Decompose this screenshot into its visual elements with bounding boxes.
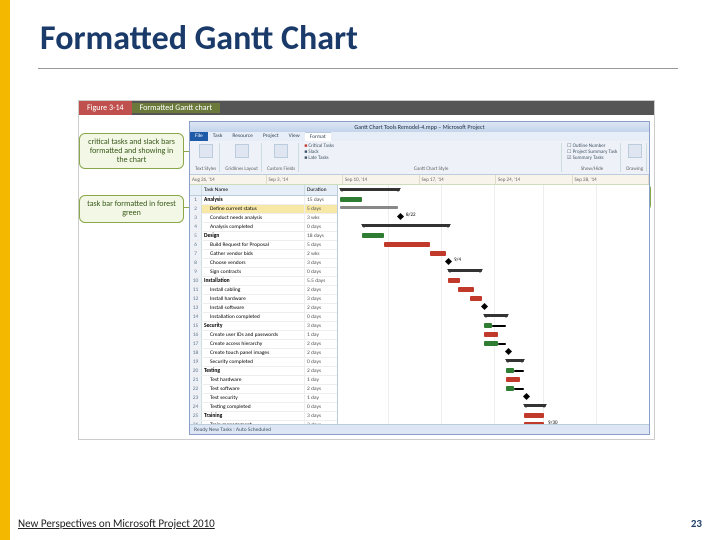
gantt-bar	[484, 341, 498, 346]
ribbon-tabs: File Task Resource Project View Format	[190, 132, 649, 141]
gantt-chart: 8/22 9/4	[338, 185, 649, 424]
figure-header: Figure 3-14 Formatted Gantt chart	[79, 101, 654, 115]
table-row[interactable]: 12Install hardware3 days	[190, 295, 337, 304]
table-row[interactable]: 21Test hardware1 day	[190, 376, 337, 385]
gantt-bar	[524, 422, 544, 424]
gantt-bar	[506, 377, 520, 382]
table-row[interactable]: 11Install cabling2 days	[190, 286, 337, 295]
gantt-bar	[470, 296, 482, 301]
gantt-bar	[430, 251, 446, 256]
slack-bar	[492, 325, 506, 327]
gantt-bar	[458, 287, 474, 292]
project-window: Gantt Chart Tools Remodel-4.mpp – Micros…	[189, 121, 650, 435]
table-row[interactable]: 13Install software2 days	[190, 304, 337, 313]
table-row[interactable]: 14Installation completed0 days	[190, 313, 337, 322]
slack-bar	[514, 370, 524, 372]
insert-column-icon[interactable]	[274, 144, 288, 158]
tab-view[interactable]: View	[284, 132, 305, 141]
gantt-bar	[506, 386, 514, 391]
table-row[interactable]: 3Conduct needs analysis3 wks	[190, 214, 337, 223]
tab-project[interactable]: Project	[258, 132, 284, 141]
figure-container: Figure 3-14 Formatted Gantt chart critic…	[78, 100, 655, 440]
figure-caption: Formatted Gantt chart	[132, 103, 220, 113]
page-number: 23	[691, 517, 702, 530]
ribbon-group-columns: Custom Fields	[264, 143, 299, 172]
project-body: Task NameDuration 1Analysis15 days2Defin…	[190, 185, 649, 424]
callout-forest-green: task bar formatted in forest green	[79, 195, 184, 223]
gantt-bar	[448, 269, 482, 272]
status-bar: Ready New Tasks : Auto Scheduled	[190, 424, 649, 434]
table-row[interactable]: 2Define current status5 days	[190, 205, 337, 214]
task-table: Task NameDuration 1Analysis15 days2Defin…	[190, 185, 338, 424]
table-row[interactable]: 4Analysis completed0 days	[190, 223, 337, 232]
gantt-bar	[506, 368, 514, 373]
table-row[interactable]: 25Training3 days	[190, 412, 337, 421]
table-row[interactable]: 19Security completed0 days	[190, 358, 337, 367]
table-row[interactable]: 17Create access hierarchy2 days	[190, 340, 337, 349]
timeline-header: Aug 26, '14 Sep 3, '14 Sep 10, '14 Sep 1…	[190, 175, 649, 185]
ribbon-group-gridlines: Gridlines Layout	[222, 143, 262, 172]
gantt-bar	[506, 359, 524, 362]
gantt-bar	[362, 224, 450, 227]
gantt-bar	[362, 233, 384, 238]
tab-format[interactable]: Format	[305, 132, 331, 141]
window-title: Gantt Chart Tools Remodel-4.mpp – Micros…	[190, 122, 649, 132]
slide: Formatted Gantt Chart Figure 3-14 Format…	[0, 0, 720, 540]
table-row[interactable]: 15Security3 days	[190, 322, 337, 331]
slack-bar	[498, 343, 506, 345]
table-row[interactable]: 9Sign contracts0 days	[190, 268, 337, 277]
gantt-bar	[484, 332, 498, 337]
table-row[interactable]: 10Installation5.5 days	[190, 277, 337, 286]
gantt-bar	[484, 314, 508, 317]
table-row[interactable]: 8Choose vendors3 days	[190, 259, 337, 268]
table-row[interactable]: 22Test software2 days	[190, 385, 337, 394]
table-row[interactable]: 5Design18 days	[190, 232, 337, 241]
table-row[interactable]: 20Testing2 days	[190, 367, 337, 376]
table-header: Task NameDuration	[190, 185, 337, 196]
footer-text: New Perspectives on Microsoft Project 20…	[18, 517, 215, 530]
drawing-icon[interactable]	[628, 144, 642, 158]
gantt-bar	[524, 404, 546, 407]
gantt-bar	[340, 188, 400, 191]
gantt-bar	[340, 197, 362, 202]
tab-resource[interactable]: Resource	[227, 132, 257, 141]
tab-task[interactable]: Task	[208, 132, 228, 141]
table-row[interactable]: 23Test security1 day	[190, 394, 337, 403]
slack-bar	[514, 388, 524, 390]
table-row[interactable]: 1Analysis15 days	[190, 196, 337, 205]
tab-file[interactable]: File	[190, 132, 208, 141]
footer: New Perspectives on Microsoft Project 20…	[18, 517, 702, 530]
ribbon-group-barstyles: ■ Critical Tasks■ Slack■ Late TasksGantt…	[301, 143, 562, 172]
gantt-bar	[448, 278, 460, 283]
ribbon-group-drawing: Drawing	[623, 143, 647, 172]
ribbon-group-format: Text Styles	[192, 143, 220, 172]
table-row[interactable]: 6Build Request for Proposal5 days	[190, 241, 337, 250]
ribbon: Text Styles Gridlines Layout Custom Fiel…	[190, 141, 649, 175]
figure-number: Figure 3-14	[79, 101, 132, 115]
page-title: Formatted Gantt Chart	[40, 18, 358, 59]
table-row[interactable]: 18Create touch panel images2 days	[190, 349, 337, 358]
text-styles-icon[interactable]	[199, 144, 213, 158]
gantt-bar	[340, 206, 398, 209]
gridlines-icon[interactable]	[235, 144, 249, 158]
table-row[interactable]: 24Testing completed0 days	[190, 403, 337, 412]
callout-critical-slack: critical tasks and slack bars formatted …	[79, 133, 184, 169]
gantt-bar	[484, 323, 492, 328]
table-row[interactable]: 7Gather vendor bids2 wks	[190, 250, 337, 259]
gantt-bar	[384, 242, 430, 247]
table-row[interactable]: 16Create user IDs and passwords1 day	[190, 331, 337, 340]
gantt-bar	[524, 413, 544, 418]
accent-bar	[0, 0, 10, 540]
title-rule	[38, 68, 678, 69]
table-row[interactable]: 26Train management3 days	[190, 421, 337, 424]
ribbon-group-show: ☐ Outline Number☐ Project Summary Task☑ …	[564, 143, 621, 172]
